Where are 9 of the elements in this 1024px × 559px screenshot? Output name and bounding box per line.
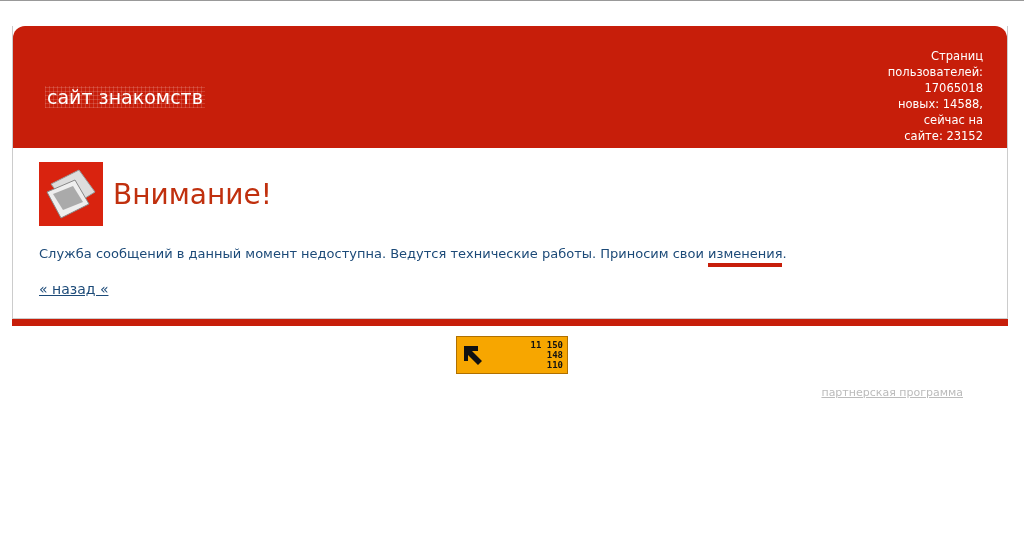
site-logo[interactable]: сайт знакомств bbox=[45, 86, 205, 108]
arrow-icon bbox=[461, 343, 485, 367]
site-stats: Страниц пользователей: 17065018 новых: 14588, сейчас на сайте: 23152 bbox=[887, 48, 983, 144]
visit-counter[interactable]: 11 150 148 110 bbox=[456, 336, 568, 374]
counter-numbers: 11 150 148 110 bbox=[530, 340, 563, 370]
back-link[interactable]: « назад « bbox=[39, 281, 109, 297]
notice-title: Внимание! bbox=[113, 177, 272, 211]
notice-message: Служба сообщений в данный момент недоступна. Ведутся технические работы. Приносим свои изменения. bbox=[39, 246, 787, 267]
photos-icon bbox=[39, 162, 103, 226]
